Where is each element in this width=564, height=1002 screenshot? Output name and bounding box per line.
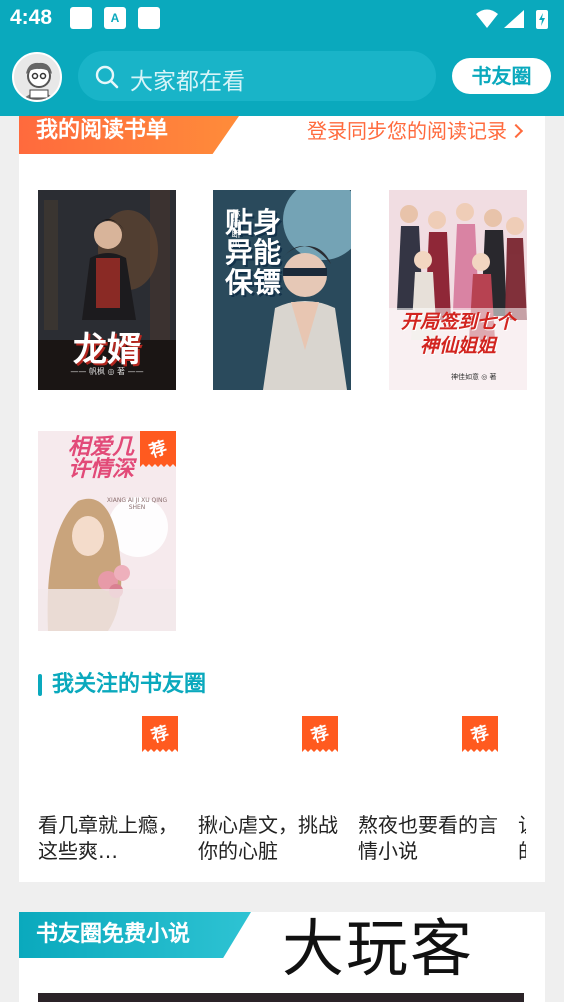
book-cover-author: —— 帆枫 ◎ 著 —— <box>70 367 144 376</box>
followed-circles-title: 我关注的书友圈 <box>52 672 207 697</box>
app-header: 大家都在看 书友圈 <box>0 38 564 116</box>
book-cover-author: 林间断风 <box>231 210 241 250</box>
chevron-right-icon <box>508 123 524 139</box>
book-cover-author: 神佳如意 ◎ 著 <box>451 373 497 381</box>
circle-item-text: 熬夜也要看的言情小说 <box>358 813 498 863</box>
recommend-badge-icon: 荐 <box>462 716 498 752</box>
circle-item[interactable]: 荐 揪心虐文，挑战你的心脏 <box>198 716 338 876</box>
search-icon <box>95 65 119 89</box>
notification-icon <box>70 7 92 29</box>
search-input[interactable]: 大家都在看 <box>78 51 436 101</box>
circle-item[interactable]: 荐 熬夜也要看的言情小说 <box>358 716 498 876</box>
reading-list-title: 我的阅读书单 <box>19 116 239 154</box>
book-circle-button[interactable]: 书友圈 <box>452 58 551 94</box>
book-cover-art <box>389 190 527 390</box>
recommend-badge-icon: 荐 <box>140 431 176 467</box>
watermark-logo: 大玩客 <box>282 912 475 985</box>
free-novels-title: 书友圈免费小说 <box>19 912 251 958</box>
wifi-icon <box>476 9 498 28</box>
circle-item-text: 看几章就上瘾，这些爽… <box>38 813 178 863</box>
book-cover-longxu[interactable]: 龙婿 —— 帆枫 ◎ 著 —— <box>38 190 176 390</box>
book-cover-title: 龙婿 <box>73 330 141 370</box>
circle-item[interactable]: 荐 看几章就上瘾，这些爽… <box>38 716 178 876</box>
status-icons <box>476 9 548 29</box>
next-book-cover-preview[interactable] <box>38 993 524 1002</box>
circle-item-text: 让的 <box>518 812 526 864</box>
circle-item-text: 揪心虐文，挑战你的心脏 <box>198 813 338 863</box>
avatar[interactable] <box>12 52 62 102</box>
book-cover-title: 相爱几许情深 <box>68 435 135 482</box>
status-bar: 4:48 A <box>0 0 564 38</box>
book-cover-kaiju[interactable]: 开局签到七个神仙姐姐 神佳如意 ◎ 著 <box>389 190 527 390</box>
login-sync-label: 登录同步您的阅读记录 <box>307 119 507 143</box>
login-sync-link[interactable]: 登录同步您的阅读记录 <box>307 116 524 146</box>
book-cover-xiangai[interactable]: 相爱几许情深 XIANG AI JI XU QING SHEN 荐 <box>38 431 176 631</box>
section-accent-bar <box>38 674 42 696</box>
circle-item[interactable]: 让的 <box>518 716 526 876</box>
notification-icon <box>138 7 160 29</box>
search-placeholder: 大家都在看 <box>130 69 245 95</box>
notification-a-icon: A <box>104 7 126 29</box>
book-cover-title: 开局签到七个神仙姐姐 <box>400 311 515 357</box>
reader-avatar-icon <box>22 62 56 100</box>
book-cover-tieshen[interactable]: 贴身异能保镖 林间断风 <box>213 190 351 390</box>
recommend-badge-icon: 荐 <box>302 716 338 752</box>
recommend-badge-icon: 荐 <box>142 716 178 752</box>
status-time: 4:48 <box>10 6 53 29</box>
signal-icon <box>504 10 524 28</box>
book-cover-author: XIANG AI JI XU QING SHEN <box>106 497 168 511</box>
